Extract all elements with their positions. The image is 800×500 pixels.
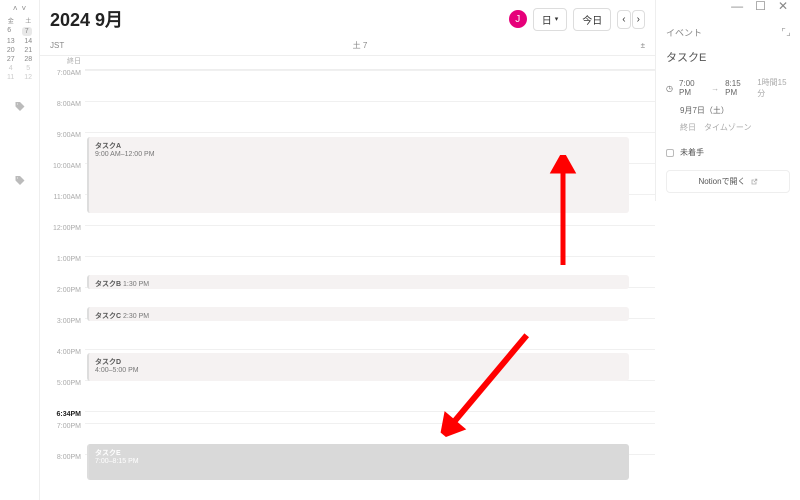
view-select[interactable]: 日▾ — [533, 8, 568, 31]
status-dot-icon — [666, 149, 674, 157]
time-gutter: 終日 7:00AM 8:00AM 9:00AM 10:00AM 11:00AM … — [40, 56, 85, 485]
now-indicator: 6:34PM — [56, 411, 81, 418]
window-close-icon[interactable]: ✕ — [778, 0, 788, 13]
event-b[interactable]: タスクB 1:30 PM — [87, 275, 629, 289]
today-button[interactable]: 今日 — [573, 8, 611, 31]
day-grid[interactable]: タスクA9:00 AM–12:00 PM タスクB 1:30 PM タスクC 2… — [85, 56, 655, 485]
event-e-selected[interactable]: タスクE7:00–8:15 PM — [87, 444, 629, 480]
tag-icon-2[interactable] — [2, 175, 37, 189]
allday-toggle[interactable]: 終日 — [680, 122, 696, 133]
mini-cal-day-selected[interactable]: 7 — [22, 27, 32, 36]
chevron-up-icon[interactable]: ˄ — [13, 4, 18, 13]
avatar[interactable]: J — [509, 10, 527, 28]
open-in-notion-button[interactable]: Notionで開く — [666, 170, 790, 193]
day-header: 土 7 — [85, 40, 635, 51]
event-c[interactable]: タスクC 2:30 PM — [87, 307, 629, 321]
mini-calendar: ˄ ˅ 金土 67 1314 2021 2728 45 1112 — [0, 0, 40, 500]
event-title[interactable]: タスクE — [666, 49, 790, 65]
panel-heading: イベント — [666, 26, 702, 39]
tag-icon[interactable] — [2, 101, 37, 115]
window-max-icon[interactable]: ☐ — [755, 0, 766, 13]
chevron-down-icon[interactable]: ˅ — [22, 4, 27, 13]
status-label[interactable]: 未着手 — [680, 147, 704, 158]
end-time[interactable]: 8:15 PM — [725, 79, 751, 97]
clock-icon: ◷ — [666, 84, 673, 93]
next-button[interactable]: › — [632, 10, 645, 29]
timezone-button[interactable]: タイムゾーン — [704, 122, 751, 133]
collapse-icon[interactable] — [782, 28, 790, 38]
edge-icon: ± — [635, 41, 645, 50]
prev-button[interactable]: ‹ — [617, 10, 630, 29]
event-d[interactable]: タスクD4:00–5:00 PM — [87, 353, 629, 381]
page-title: 2024 9月 — [50, 6, 123, 32]
event-date[interactable]: 9月7日（土） — [680, 105, 790, 116]
start-time[interactable]: 7:00 PM — [679, 79, 705, 97]
window-min-icon[interactable]: — — [731, 0, 743, 13]
event-detail-panel: — ☐ ✕ イベント タスクE ◷ 7:00 PM → 8:15 PM 1時間1… — [655, 0, 800, 201]
duration: 1時間15分 — [757, 77, 790, 99]
tz-label: JST — [50, 41, 85, 50]
annotation-arrow-1 — [548, 155, 578, 265]
